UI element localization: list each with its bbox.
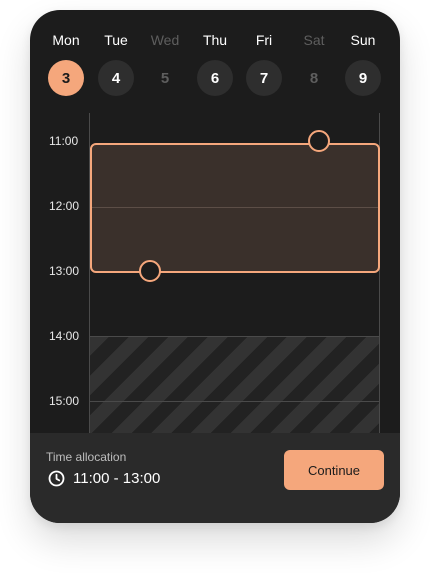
day-name-sat: Sat — [303, 32, 325, 48]
time-allocation-row: 11:00 - 13:00 — [48, 470, 160, 487]
hour-label: 14:00 — [49, 329, 80, 343]
timeline[interactable]: 11:00 12:00 13:00 14:00 15:00 — [30, 113, 400, 433]
continue-button[interactable]: Continue — [284, 450, 384, 490]
clock-icon — [48, 470, 65, 487]
scheduler-card: Mon Tue Wed Thu Fri Sat Sun 3 4 5 6 7 8 … — [30, 10, 400, 523]
day-button-sun[interactable]: 9 — [345, 60, 381, 96]
hour-label: 15:00 — [49, 394, 80, 408]
hour-label: 12:00 — [49, 199, 80, 213]
day-button-fri[interactable]: 7 — [246, 60, 282, 96]
day-name-mon: Mon — [52, 32, 80, 48]
time-allocation-label: Time allocation — [46, 450, 127, 464]
range-start-handle[interactable] — [308, 130, 330, 152]
time-allocation-value: 11:00 - 13:00 — [73, 470, 161, 487]
day-button-thu[interactable]: 6 — [197, 60, 233, 96]
selected-time-range[interactable] — [90, 143, 380, 273]
range-end-handle[interactable] — [139, 260, 161, 282]
hour-gridline — [90, 336, 380, 337]
unavailable-time-block — [90, 336, 380, 433]
day-name-wed: Wed — [150, 32, 180, 48]
day-name-sun: Sun — [350, 32, 376, 48]
selection-hour-divider — [92, 207, 378, 208]
hour-gridline — [90, 401, 380, 402]
allocation-footer: Time allocation 11:00 - 13:00 Continue — [30, 433, 400, 523]
day-button-wed: 5 — [160, 69, 170, 87]
day-name-tue: Tue — [104, 32, 128, 48]
day-button-tue[interactable]: 4 — [98, 60, 134, 96]
hour-label: 13:00 — [49, 264, 80, 278]
day-button-mon[interactable]: 3 — [48, 60, 84, 96]
day-button-sat: 8 — [309, 69, 319, 87]
day-name-fri: Fri — [255, 32, 273, 48]
hour-label: 11:00 — [49, 134, 79, 148]
day-name-thu: Thu — [202, 32, 228, 48]
